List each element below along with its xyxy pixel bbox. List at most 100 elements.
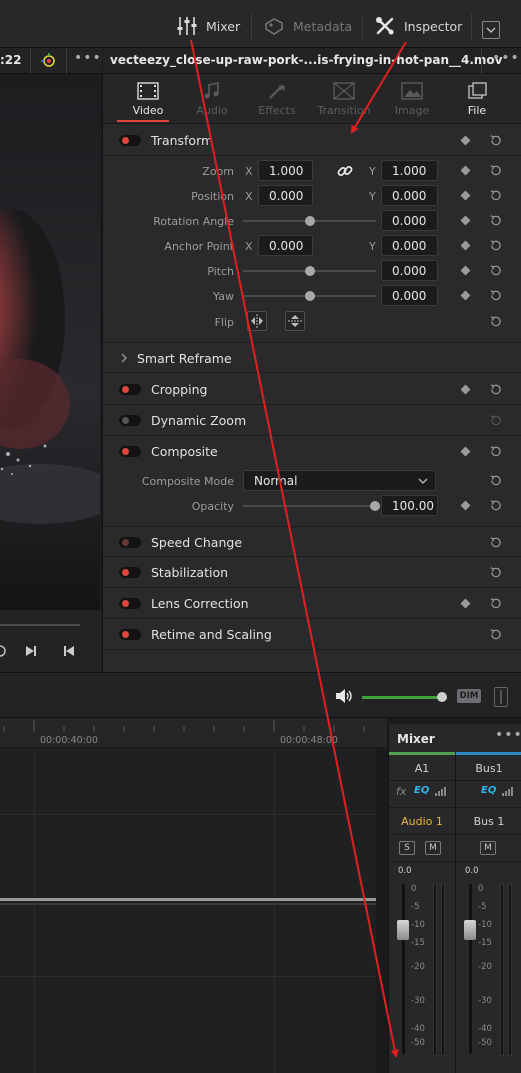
timeline-area[interactable]: 00:00:40:00 00:00:48:00: [0, 718, 387, 1073]
cropping-toggle[interactable]: [119, 384, 141, 395]
opacity-slider[interactable]: [243, 505, 376, 507]
reset-icon[interactable]: [489, 536, 502, 549]
reset-icon[interactable]: [489, 414, 502, 427]
lens-correction-toggle[interactable]: [119, 598, 141, 609]
monitor-volume-knob[interactable]: [437, 692, 447, 702]
reset-icon[interactable]: [489, 189, 502, 202]
monitor-volume-slider[interactable]: [362, 696, 442, 699]
timeline-ruler[interactable]: 00:00:40:00 00:00:48:00: [0, 718, 387, 748]
audio-clip-strip[interactable]: [0, 898, 387, 901]
inspector-button[interactable]: Inspector: [374, 14, 462, 38]
tab-image[interactable]: Image: [379, 82, 445, 117]
dynamic-zoom-section-header[interactable]: Dynamic Zoom: [103, 405, 521, 436]
cropping-section-header[interactable]: Cropping: [103, 374, 521, 405]
reset-icon[interactable]: [489, 597, 502, 610]
keyframe-diamond-icon[interactable]: [460, 598, 471, 609]
loop-icon[interactable]: [0, 644, 8, 658]
keyframe-diamond-icon[interactable]: [460, 446, 471, 457]
composite-mode-dropdown[interactable]: Normal: [243, 470, 436, 491]
keyframe-diamond-icon[interactable]: [460, 240, 471, 251]
dynamic-zoom-toggle[interactable]: [119, 415, 141, 426]
eq-button[interactable]: EQ: [481, 785, 496, 796]
transform-toggle[interactable]: [119, 135, 141, 146]
stabilization-toggle[interactable]: [119, 567, 141, 578]
flip-vertical-button[interactable]: [285, 311, 305, 331]
reset-icon[interactable]: [489, 264, 502, 277]
tab-file[interactable]: File: [444, 82, 510, 117]
fx-button[interactable]: fx: [396, 785, 406, 798]
tab-transition[interactable]: Transition: [311, 82, 377, 117]
flip-horizontal-button[interactable]: [247, 311, 267, 331]
reset-icon[interactable]: [489, 214, 502, 227]
mixer-options-icon[interactable]: •••: [495, 727, 521, 743]
tab-audio[interactable]: Audio: [179, 82, 245, 117]
composite-toggle[interactable]: [119, 446, 141, 457]
position-y-field[interactable]: 0.000: [381, 185, 438, 206]
smart-reframe-section-header[interactable]: Smart Reframe: [103, 342, 521, 373]
tab-effects[interactable]: Effects: [244, 82, 310, 117]
keyframe-diamond-icon[interactable]: [460, 265, 471, 276]
lens-correction-section-header[interactable]: Lens Correction: [103, 588, 521, 619]
previous-clip-icon[interactable]: [62, 644, 76, 658]
reset-icon[interactable]: [489, 628, 502, 641]
reset-icon[interactable]: [489, 239, 502, 252]
viewer-options-icon[interactable]: •••: [74, 50, 102, 66]
stabilization-section-header[interactable]: Stabilization: [103, 557, 521, 588]
eq-button[interactable]: EQ: [414, 785, 429, 796]
reset-icon[interactable]: [489, 499, 502, 512]
bus1-fader[interactable]: [464, 920, 476, 940]
speaker-icon[interactable]: [334, 688, 354, 704]
reset-icon[interactable]: [489, 445, 502, 458]
mixer-button[interactable]: Mixer: [176, 14, 240, 38]
mute-button[interactable]: M: [425, 841, 441, 855]
keyframe-diamond-icon[interactable]: [460, 190, 471, 201]
position-x-field[interactable]: 0.000: [258, 185, 313, 206]
meter-toggle-button[interactable]: [494, 687, 508, 707]
video-viewer[interactable]: [0, 74, 100, 610]
speed-change-toggle[interactable]: [119, 537, 141, 548]
tab-video[interactable]: Video: [115, 82, 181, 117]
keyframe-diamond-icon[interactable]: [460, 384, 471, 395]
yaw-field[interactable]: 0.000: [381, 285, 438, 306]
rotation-field[interactable]: 0.000: [381, 210, 438, 231]
anchor-y-field[interactable]: 0.000: [381, 235, 438, 256]
mute-button[interactable]: M: [480, 841, 496, 855]
keyframe-diamond-icon[interactable]: [460, 500, 471, 511]
scrubber-bar[interactable]: [0, 624, 80, 626]
pitch-slider-knob[interactable]: [305, 266, 315, 276]
reset-icon[interactable]: [489, 315, 502, 328]
reset-icon[interactable]: [489, 383, 502, 396]
pitch-field[interactable]: 0.000: [381, 260, 438, 281]
solo-button[interactable]: S: [399, 841, 415, 855]
metadata-button[interactable]: Metadata: [263, 14, 352, 38]
opacity-slider-knob[interactable]: [370, 501, 380, 511]
workspace-expand-button[interactable]: [482, 21, 500, 39]
keyframe-diamond-icon[interactable]: [460, 290, 471, 301]
reset-icon[interactable]: [489, 164, 502, 177]
retime-scaling-section-header[interactable]: Retime and Scaling: [103, 619, 521, 650]
dim-button[interactable]: DIM: [457, 689, 481, 703]
keyframe-diamond-icon[interactable]: [460, 165, 471, 176]
anchor-x-field[interactable]: 0.000: [258, 235, 313, 256]
timeline-scrollbar[interactable]: [376, 748, 387, 1073]
keyframe-diamond-icon[interactable]: [460, 135, 471, 146]
zoom-y-field[interactable]: 1.000: [381, 160, 438, 181]
next-frame-icon[interactable]: [24, 644, 38, 658]
reset-icon[interactable]: [489, 289, 502, 302]
composite-section-header[interactable]: Composite: [103, 436, 521, 467]
keyframe-diamond-icon[interactable]: [460, 215, 471, 226]
a1-fader[interactable]: [397, 920, 409, 940]
reset-icon[interactable]: [489, 474, 502, 487]
retime-scaling-toggle[interactable]: [119, 629, 141, 640]
zoom-x-field[interactable]: 1.000: [258, 160, 313, 181]
opacity-field[interactable]: 100.00: [381, 495, 438, 516]
inspector-options-icon[interactable]: •••: [492, 50, 520, 66]
speed-change-section-header[interactable]: Speed Change: [103, 526, 521, 557]
yaw-slider-knob[interactable]: [305, 291, 315, 301]
reset-icon[interactable]: [489, 566, 502, 579]
reset-icon[interactable]: [489, 134, 502, 147]
link-icon[interactable]: [337, 163, 353, 179]
rotation-slider-knob[interactable]: [305, 216, 315, 226]
transform-section-header[interactable]: Transform: [103, 125, 521, 156]
color-picker-icon[interactable]: [40, 52, 58, 70]
